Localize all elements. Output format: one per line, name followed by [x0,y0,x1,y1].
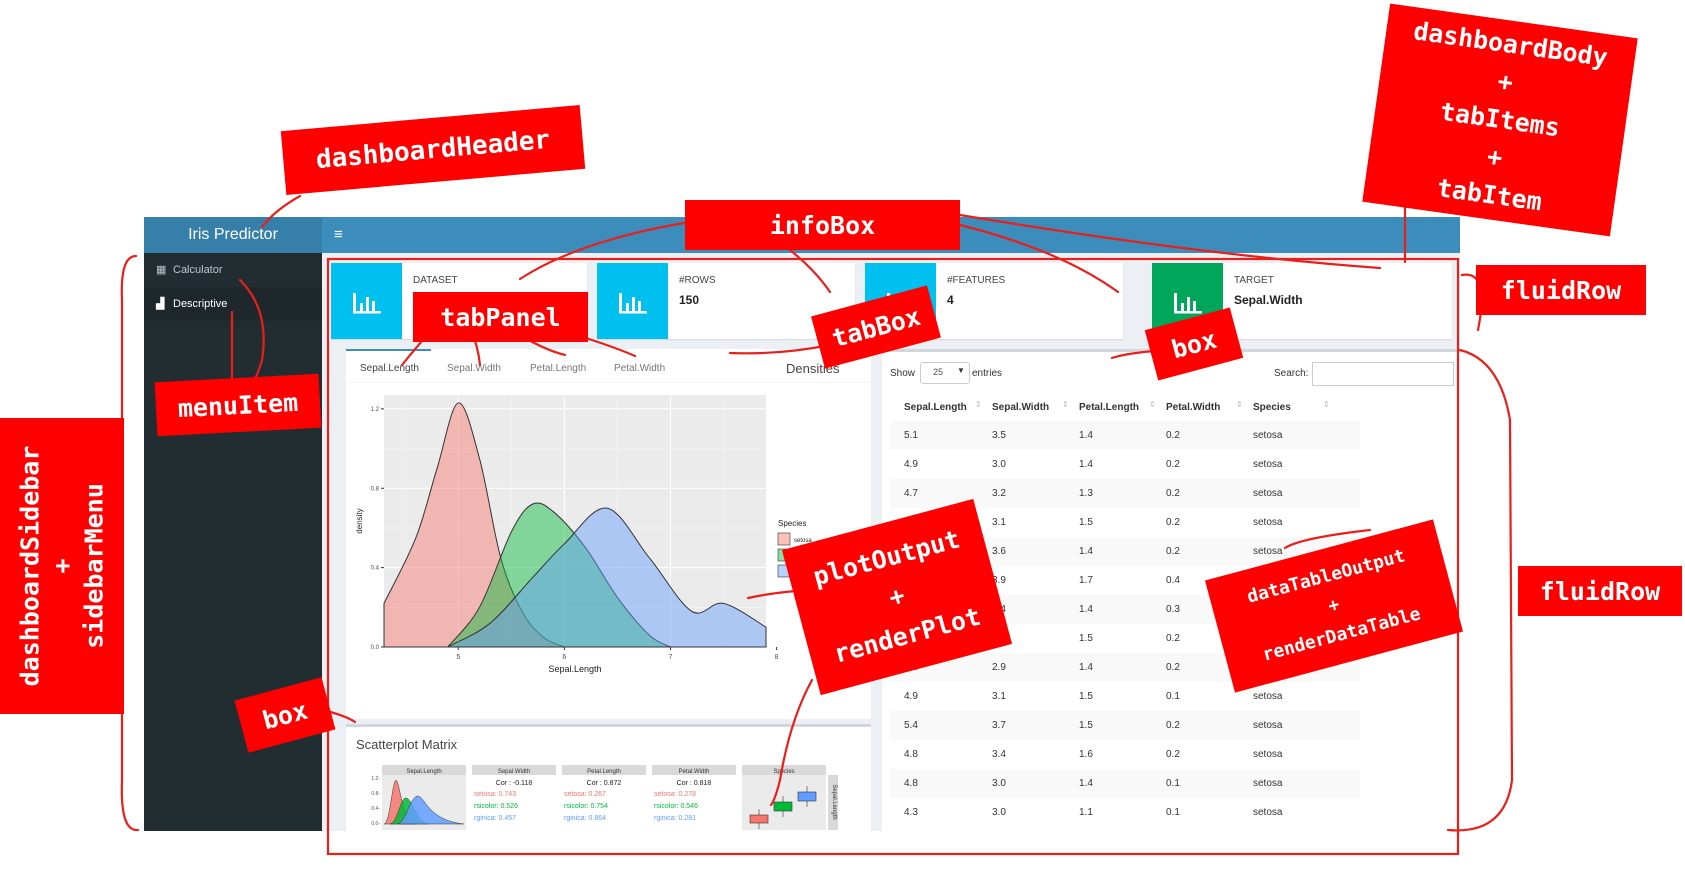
tabbox-connector [728,343,832,355]
annotation-line: + [1485,141,1505,173]
annotation-line: + [47,558,77,574]
annotation-line: + [1325,593,1342,618]
annotation-line: + [885,580,908,613]
annotation-dashboard-body: dashboardBody + tabItems + tabItem [1362,3,1638,237]
annotation-info-box: infoBox [685,200,960,250]
header-connector [260,194,302,229]
annotation-tab-panel: tabPanel [413,292,588,342]
annotation-line: dashboardSidebar [15,445,45,687]
annotation-menu-item: menuItem [154,373,322,437]
menuitem-connector-1 [238,278,265,390]
sidebar-bracket [120,254,140,832]
infobox-connector-1 [518,220,692,281]
annotation-fluid-row-2: fluidRow [1518,566,1682,616]
infobox-connector-2 [788,248,832,294]
annotation-line: + [1495,66,1515,98]
annotation-line: sidebarMenu [79,483,109,649]
annotation-dashboard-sidebar: dashboardSidebar + sidebarMenu [0,418,124,714]
annotation-line: tabItem [1435,173,1544,217]
annotation-fluid-row-1: fluidRow [1476,265,1646,315]
plot-connector-2 [769,678,814,807]
